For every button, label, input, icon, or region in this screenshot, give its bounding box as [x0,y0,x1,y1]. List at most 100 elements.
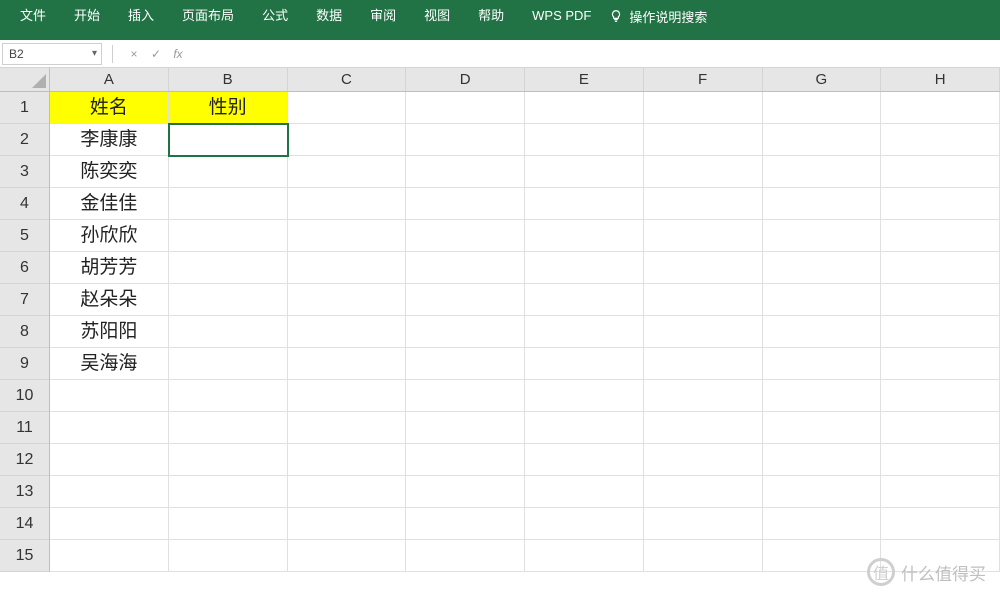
row-header-1[interactable]: 1 [0,92,49,124]
ribbon-tab-insert[interactable]: 插入 [114,0,168,32]
cell-g13[interactable] [763,476,882,508]
cell-c13[interactable] [288,476,407,508]
ribbon-tab-formulas[interactable]: 公式 [248,0,302,32]
cell-e11[interactable] [525,412,644,444]
row-header-4[interactable]: 4 [0,188,49,220]
cell-g11[interactable] [763,412,882,444]
row-header-3[interactable]: 3 [0,156,49,188]
row-header-9[interactable]: 9 [0,348,49,380]
row-header-14[interactable]: 14 [0,508,49,540]
row-header-15[interactable]: 15 [0,540,49,572]
row-header-11[interactable]: 11 [0,412,49,444]
cell-h8[interactable] [881,316,1000,348]
cell-f6[interactable] [644,252,763,284]
cell-d1[interactable] [406,92,525,124]
cell-g9[interactable] [763,348,882,380]
cell-h3[interactable] [881,156,1000,188]
col-header-h[interactable]: H [881,68,1000,91]
cell-e10[interactable] [525,380,644,412]
cell-f2[interactable] [644,124,763,156]
cell-g1[interactable] [763,92,882,124]
cell-b6[interactable] [169,252,288,284]
cell-e7[interactable] [525,284,644,316]
cell-b5[interactable] [169,220,288,252]
cancel-icon[interactable]: × [123,47,145,61]
ribbon-tab-help[interactable]: 帮助 [464,0,518,32]
cell-c1[interactable] [288,92,407,124]
ribbon-tab-wpspdf[interactable]: WPS PDF [518,0,605,32]
cell-a2[interactable]: 李康康 [50,124,169,156]
cell-h1[interactable] [881,92,1000,124]
row-header-13[interactable]: 13 [0,476,49,508]
cell-d2[interactable] [406,124,525,156]
ribbon-tab-view[interactable]: 视图 [410,0,464,32]
cell-d6[interactable] [406,252,525,284]
cell-b15[interactable] [169,540,288,572]
cell-a5[interactable]: 孙欣欣 [50,220,169,252]
col-header-c[interactable]: C [288,68,407,91]
cell-d15[interactable] [406,540,525,572]
cell-c12[interactable] [288,444,407,476]
cell-g10[interactable] [763,380,882,412]
select-all-corner[interactable] [0,68,50,92]
row-header-12[interactable]: 12 [0,444,49,476]
cell-h5[interactable] [881,220,1000,252]
cell-f13[interactable] [644,476,763,508]
cell-h9[interactable] [881,348,1000,380]
cell-b2[interactable] [169,124,288,156]
cell-b10[interactable] [169,380,288,412]
cell-b12[interactable] [169,444,288,476]
row-header-7[interactable]: 7 [0,284,49,316]
cell-a10[interactable] [50,380,169,412]
chevron-down-icon[interactable]: ▾ [92,48,97,59]
row-header-10[interactable]: 10 [0,380,49,412]
cell-f15[interactable] [644,540,763,572]
cell-d11[interactable] [406,412,525,444]
cell-d5[interactable] [406,220,525,252]
ribbon-tab-review[interactable]: 审阅 [356,0,410,32]
tell-me-search[interactable]: 操作说明搜索 [629,7,707,26]
ribbon-tab-data[interactable]: 数据 [302,0,356,32]
cell-d4[interactable] [406,188,525,220]
cell-f11[interactable] [644,412,763,444]
cell-h7[interactable] [881,284,1000,316]
cell-f3[interactable] [644,156,763,188]
cell-e15[interactable] [525,540,644,572]
cell-b4[interactable] [169,188,288,220]
cell-c10[interactable] [288,380,407,412]
ribbon-tab-pagelayout[interactable]: 页面布局 [168,0,248,32]
cell-a14[interactable] [50,508,169,540]
cell-g15[interactable] [763,540,882,572]
cell-c3[interactable] [288,156,407,188]
name-box[interactable]: B2 ▾ [2,43,102,65]
cell-f4[interactable] [644,188,763,220]
cell-a4[interactable]: 金佳佳 [50,188,169,220]
cell-a8[interactable]: 苏阳阳 [50,316,169,348]
cell-g8[interactable] [763,316,882,348]
cell-h12[interactable] [881,444,1000,476]
col-header-e[interactable]: E [525,68,644,91]
cell-e8[interactable] [525,316,644,348]
cell-a13[interactable] [50,476,169,508]
cell-h6[interactable] [881,252,1000,284]
cell-e14[interactable] [525,508,644,540]
cell-e4[interactable] [525,188,644,220]
cell-g12[interactable] [763,444,882,476]
cell-b13[interactable] [169,476,288,508]
col-header-a[interactable]: A [50,68,169,91]
cell-a1[interactable]: 姓名 [50,92,169,124]
cell-a12[interactable] [50,444,169,476]
cell-g5[interactable] [763,220,882,252]
cell-e9[interactable] [525,348,644,380]
cell-f10[interactable] [644,380,763,412]
cell-g4[interactable] [763,188,882,220]
cell-b11[interactable] [169,412,288,444]
cell-h10[interactable] [881,380,1000,412]
col-header-g[interactable]: G [763,68,882,91]
row-header-2[interactable]: 2 [0,124,49,156]
ribbon-tab-home[interactable]: 开始 [60,0,114,32]
col-header-d[interactable]: D [406,68,525,91]
cell-a7[interactable]: 赵朵朵 [50,284,169,316]
cell-d3[interactable] [406,156,525,188]
cell-b8[interactable] [169,316,288,348]
